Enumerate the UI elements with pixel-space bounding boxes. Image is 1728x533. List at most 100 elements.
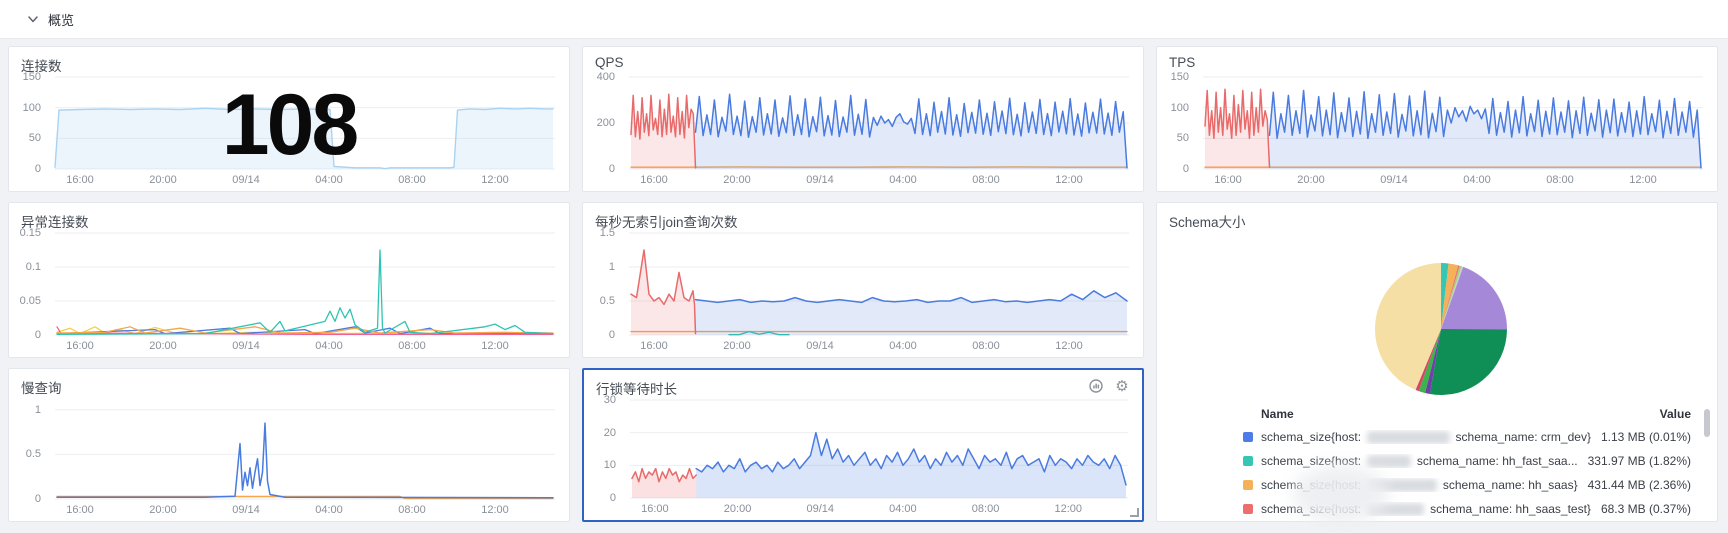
chart-svg bbox=[55, 233, 555, 335]
x-tick-label: 16:00 bbox=[66, 174, 94, 186]
x-tick-label: 20:00 bbox=[723, 174, 751, 186]
series-value: 331.97 MB (1.82%) bbox=[1588, 454, 1691, 468]
y-tick-label: 0 bbox=[609, 163, 615, 175]
x-tick-label: 20:00 bbox=[724, 503, 752, 515]
x-axis: 16:0020:0009/1404:0008:0012:00 bbox=[629, 174, 1129, 188]
section-collapse-toggle[interactable]: 概览 bbox=[28, 0, 74, 38]
x-tick-label: 08:00 bbox=[1546, 174, 1574, 186]
series-name-prefix: schema_size{host: bbox=[1261, 430, 1361, 444]
series-color-swatch bbox=[1243, 480, 1253, 490]
x-axis: 16:0020:0009/1404:0008:0012:00 bbox=[1203, 174, 1703, 188]
settings-gear-icon[interactable]: ⚙ bbox=[1114, 378, 1130, 394]
chart-svg bbox=[630, 400, 1128, 498]
qps-chart[interactable] bbox=[629, 77, 1129, 169]
redacted-host-blur bbox=[1367, 503, 1424, 516]
x-tick-label: 04:00 bbox=[315, 340, 343, 352]
schema-legend-row[interactable]: schema_size{host:schema_name: hh_fast_sa… bbox=[1243, 449, 1691, 473]
series-color-swatch bbox=[1243, 456, 1253, 466]
y-tick-label: 0.05 bbox=[20, 295, 41, 307]
x-tick-label: 09/14 bbox=[232, 340, 260, 352]
schema-legend-row[interactable]: schema_size{host:schema_name: crm_dev} 1… bbox=[1243, 425, 1691, 449]
y-tick-label: 0 bbox=[35, 329, 41, 341]
panel-nojoin-queries[interactable]: 每秒无索引join查询次数 1.510.50 16:0020:0009/1404… bbox=[582, 202, 1144, 358]
gear-glyph: ⚙ bbox=[1115, 379, 1128, 394]
panel-connections[interactable]: 连接数 150100500 108 16:0020:0009/1404:0008… bbox=[8, 46, 570, 192]
schema-legend-row[interactable]: schema_size{host:schema_name: hh_saas_te… bbox=[1243, 497, 1691, 521]
row-lock-wait-chart[interactable] bbox=[630, 400, 1128, 498]
chart-svg bbox=[629, 77, 1129, 169]
x-tick-label: 08:00 bbox=[972, 174, 1000, 186]
y-tick-label: 50 bbox=[29, 132, 41, 144]
x-tick-label: 04:00 bbox=[315, 504, 343, 516]
x-tick-label: 09/14 bbox=[806, 340, 834, 352]
x-tick-label: 12:00 bbox=[1054, 503, 1082, 515]
panel-slow-queries[interactable]: 慢查询 10.50 16:0020:0009/1404:0008:0012:00 bbox=[8, 368, 570, 522]
series-name-suffix: schema_name: hh_saas} bbox=[1443, 478, 1578, 492]
x-tick-label: 16:00 bbox=[640, 340, 668, 352]
series-value: 431.44 MB (2.36%) bbox=[1588, 478, 1691, 492]
x-tick-label: 08:00 bbox=[972, 503, 1000, 515]
y-tick-label: 0.5 bbox=[600, 295, 615, 307]
chevron-down-icon bbox=[28, 16, 38, 23]
y-tick-label: 400 bbox=[597, 71, 615, 83]
section-title: 概览 bbox=[48, 10, 74, 29]
y-axis: 0.150.10.050 bbox=[11, 233, 49, 335]
series-value: 68.3 MB (0.37%) bbox=[1601, 502, 1691, 516]
x-tick-label: 16:00 bbox=[641, 503, 669, 515]
abnormal-connections-chart[interactable] bbox=[55, 233, 555, 335]
pie-chart-svg bbox=[1361, 249, 1521, 409]
panel-resize-handle[interactable] bbox=[1130, 508, 1139, 517]
x-axis: 16:0020:0009/1404:0008:0012:00 bbox=[55, 340, 555, 354]
panel-row-lock-wait[interactable]: 行锁等待时长 ⚙ 3020100 16:0020:0009/1404:0008:… bbox=[582, 368, 1144, 522]
panel-title: 每秒无索引join查询次数 bbox=[595, 211, 738, 231]
x-tick-label: 04:00 bbox=[315, 174, 343, 186]
x-tick-label: 09/14 bbox=[806, 503, 834, 515]
y-tick-label: 20 bbox=[604, 427, 616, 439]
panel-qps[interactable]: QPS 4002000 16:0020:0009/1404:0008:0012:… bbox=[582, 46, 1144, 192]
series-value: 1.13 MB (0.01%) bbox=[1601, 430, 1691, 444]
x-tick-label: 12:00 bbox=[481, 340, 509, 352]
series-name: schema_size{host:schema_name: hh_saas} bbox=[1261, 478, 1578, 492]
panel-schema-size[interactable]: Schema大小 Name Value schema_size{host:sch… bbox=[1156, 202, 1718, 522]
legend-scrollbar-thumb[interactable] bbox=[1704, 409, 1710, 437]
legend-name-header: Name bbox=[1261, 407, 1650, 421]
y-tick-label: 200 bbox=[597, 117, 615, 129]
section-header-bar: 概览 bbox=[0, 0, 1728, 39]
series-name-suffix: schema_name: hh_fast_saa... bbox=[1417, 454, 1578, 468]
schema-size-pie-chart[interactable] bbox=[1361, 249, 1521, 409]
legend-value-header: Value bbox=[1660, 407, 1691, 421]
x-tick-label: 12:00 bbox=[481, 504, 509, 516]
panel-title: 慢查询 bbox=[21, 377, 62, 397]
schema-legend-row[interactable]: schema_size{host:schema_name: hh_saas} 4… bbox=[1243, 473, 1691, 497]
panel-title: Schema大小 bbox=[1169, 211, 1246, 231]
x-tick-label: 08:00 bbox=[398, 504, 426, 516]
x-tick-label: 20:00 bbox=[149, 340, 177, 352]
y-tick-label: 0 bbox=[609, 329, 615, 341]
panel-abnormal-connections[interactable]: 异常连接数 0.150.10.050 16:0020:0009/1404:000… bbox=[8, 202, 570, 358]
y-tick-label: 0 bbox=[1183, 163, 1189, 175]
y-axis: 3020100 bbox=[586, 400, 624, 498]
panel-tps[interactable]: TPS 150100500 16:0020:0009/1404:0008:001… bbox=[1156, 46, 1718, 192]
series-color-swatch bbox=[1243, 432, 1253, 442]
x-tick-label: 20:00 bbox=[723, 340, 751, 352]
x-tick-label: 20:00 bbox=[149, 504, 177, 516]
redacted-host-blur bbox=[1367, 431, 1449, 444]
series-name-prefix: schema_size{host: bbox=[1261, 502, 1361, 516]
tps-chart[interactable] bbox=[1203, 77, 1703, 169]
slow-queries-chart[interactable] bbox=[55, 399, 555, 499]
y-tick-label: 0 bbox=[35, 493, 41, 505]
current-value-stat: 108 bbox=[222, 82, 357, 168]
legend-header-row: Name Value bbox=[1243, 403, 1691, 425]
x-tick-label: 09/14 bbox=[806, 174, 834, 186]
nojoin-queries-chart[interactable] bbox=[629, 233, 1129, 335]
series-name: schema_size{host:schema_name: hh_fast_sa… bbox=[1261, 454, 1578, 468]
panel-title: QPS bbox=[595, 55, 624, 70]
magnifier-chart-icon[interactable] bbox=[1088, 378, 1104, 394]
y-tick-label: 0 bbox=[610, 492, 616, 504]
y-axis: 150100500 bbox=[11, 77, 49, 169]
series-name: schema_size{host:schema_name: hh_saas_te… bbox=[1261, 502, 1591, 516]
pie-slice-slice-8[interactable] bbox=[1430, 329, 1507, 395]
x-axis: 16:0020:0009/1404:0008:0012:00 bbox=[629, 340, 1129, 354]
x-tick-label: 16:00 bbox=[1214, 174, 1242, 186]
schema-legend-table: Name Value schema_size{host:schema_name:… bbox=[1243, 403, 1691, 521]
